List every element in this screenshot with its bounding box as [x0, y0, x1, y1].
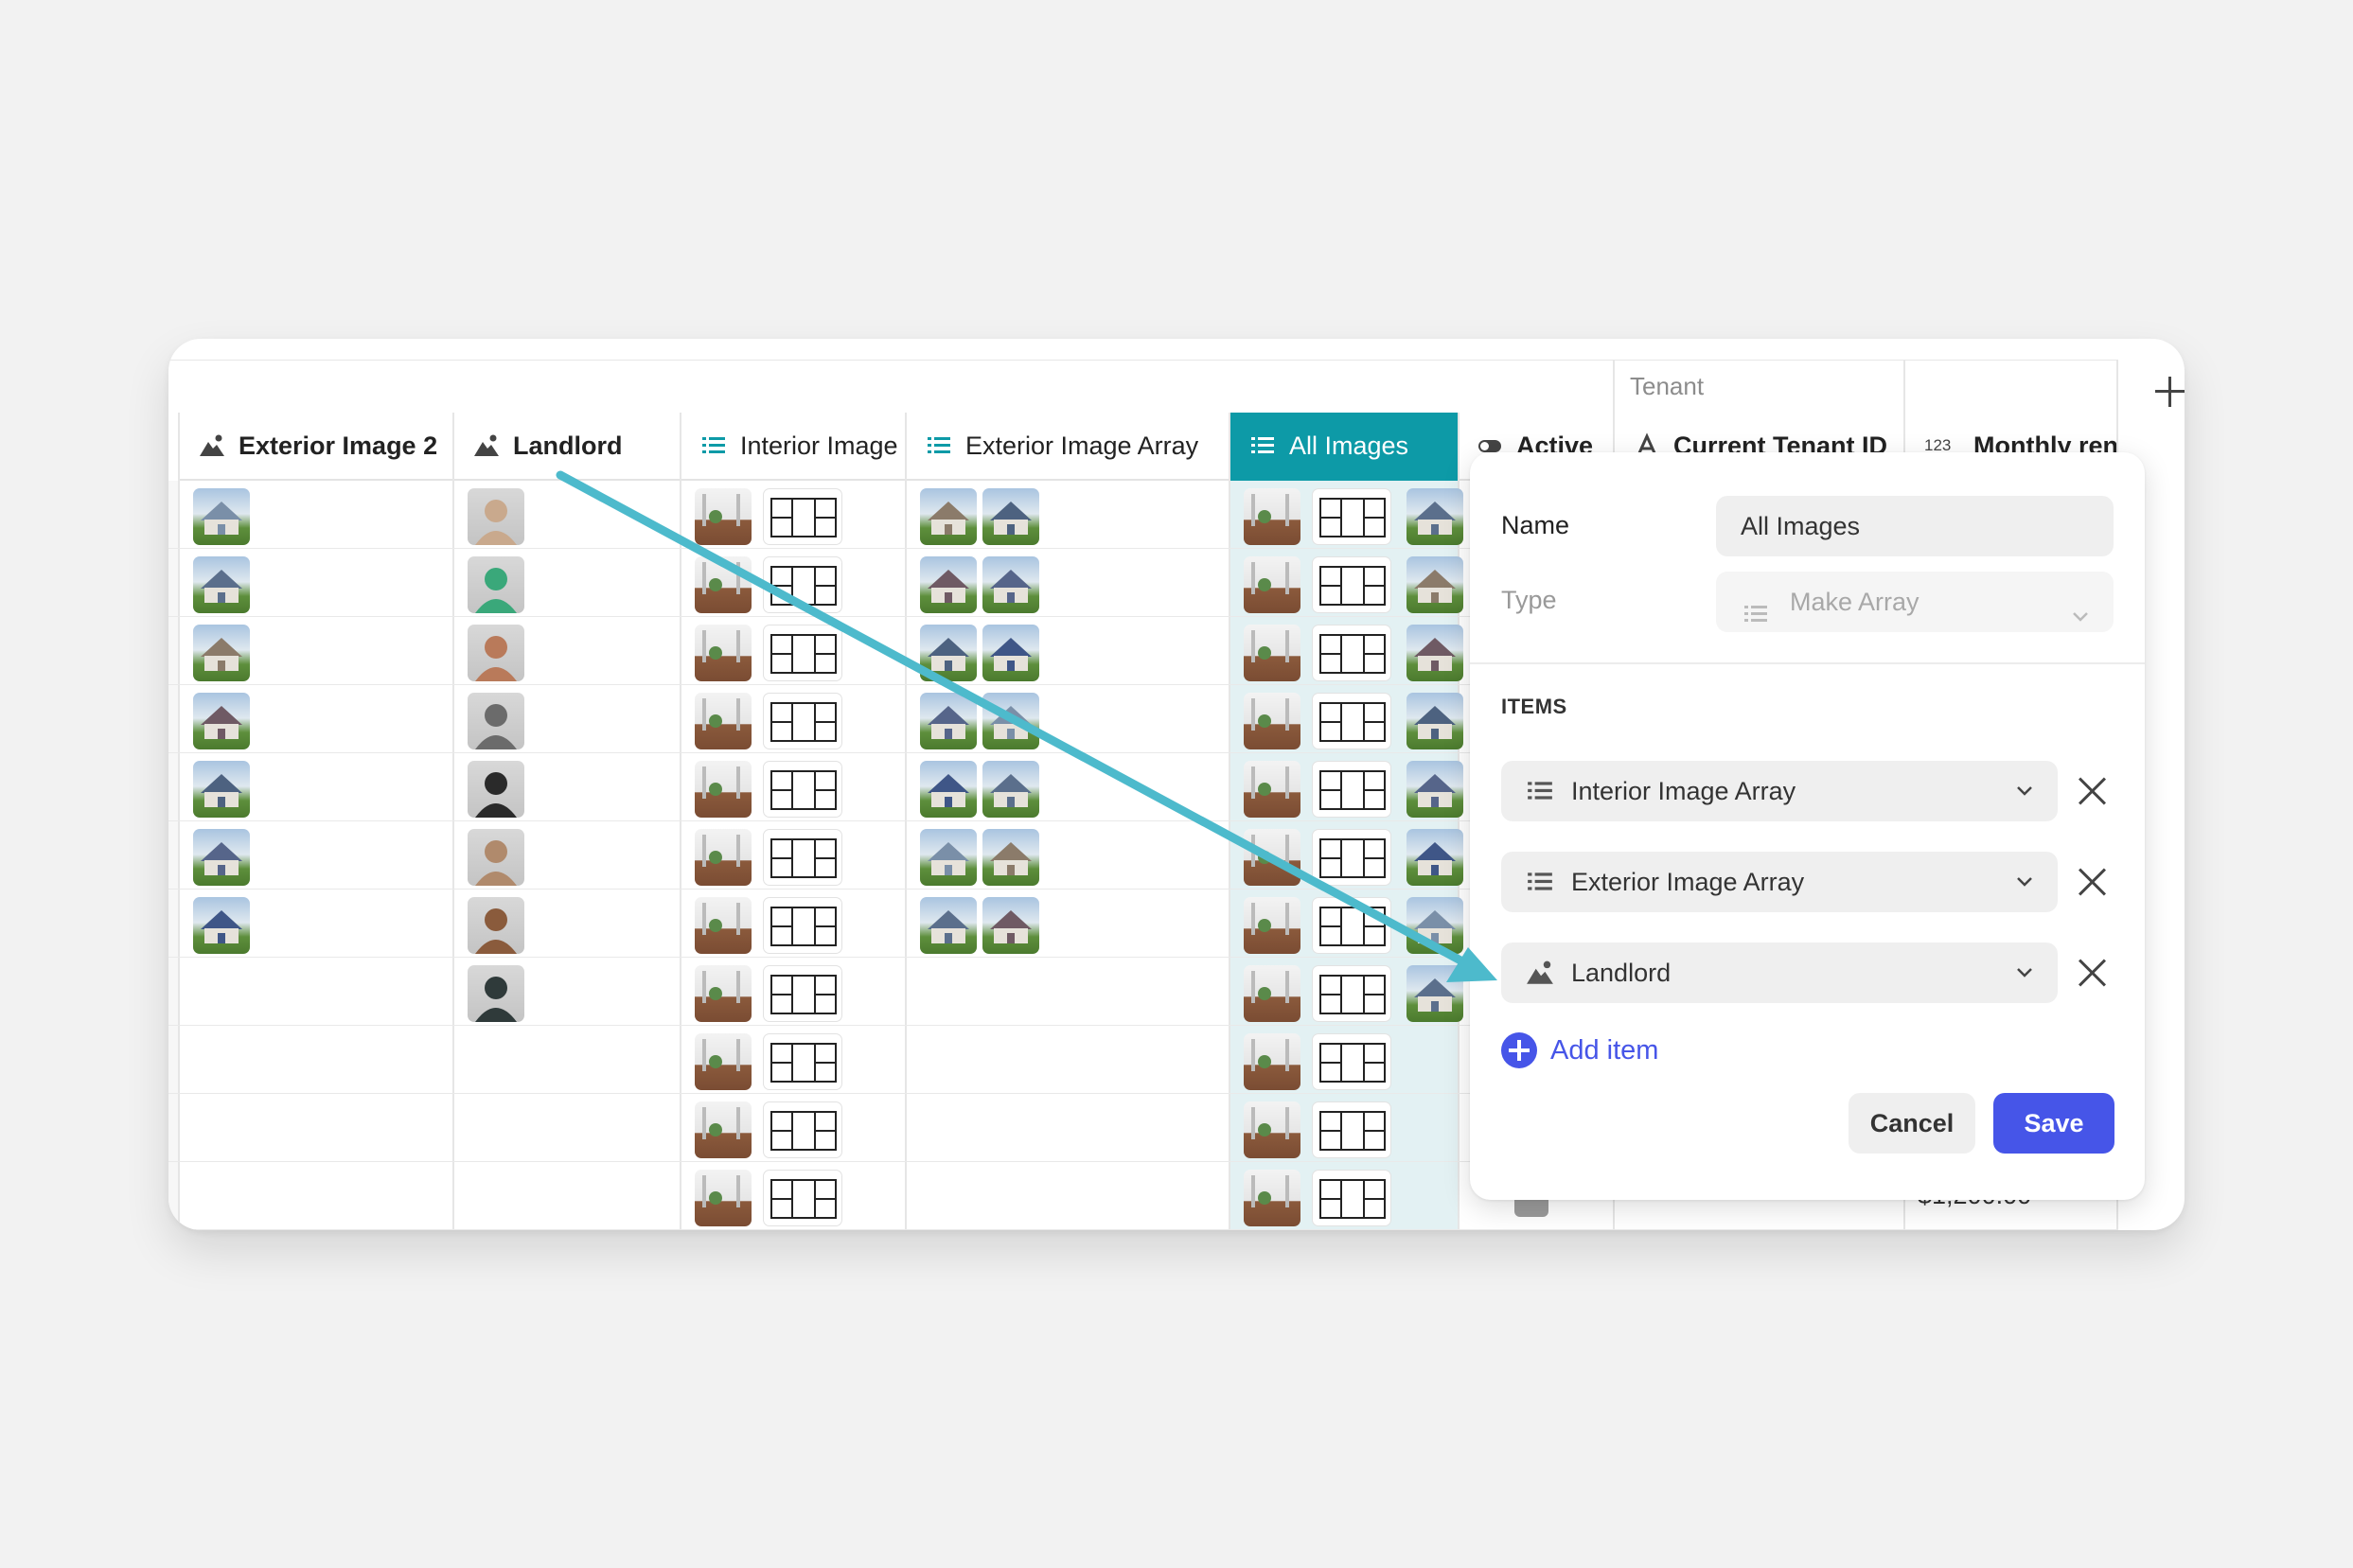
annotation-arrow	[556, 470, 1497, 982]
